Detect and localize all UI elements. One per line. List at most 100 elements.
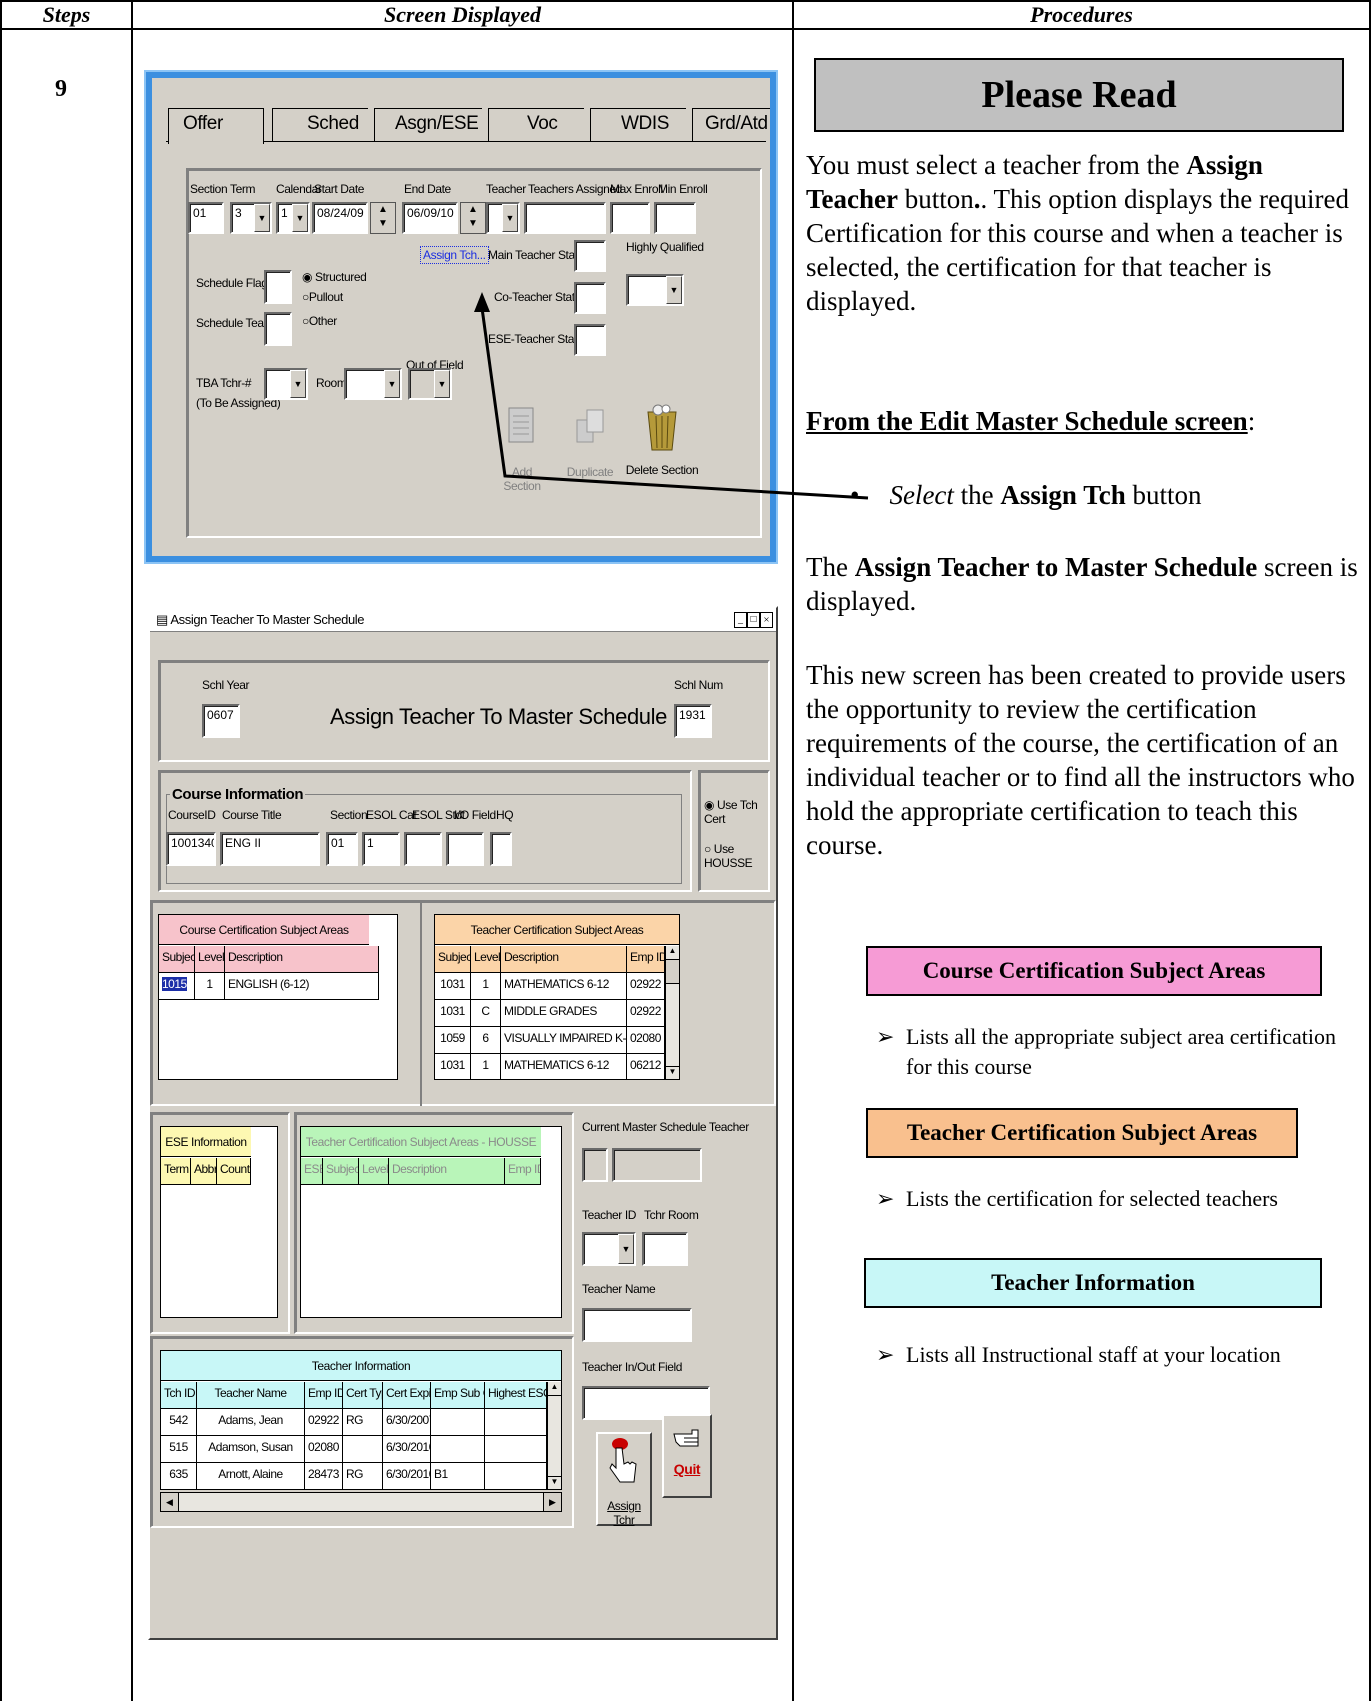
text: Assign Tch	[1000, 480, 1126, 510]
cell: MATHEMATICS 6-12	[501, 1054, 627, 1079]
teacher-id-label: Teacher ID	[582, 1208, 637, 1222]
assign-tchr-button[interactable]: Assign Tchr	[596, 1432, 652, 1527]
tchr-room-field[interactable]	[642, 1232, 688, 1266]
table-row[interactable]: 1059 6 VISUALLY IMPAIRED K-12 02080	[435, 1027, 665, 1054]
ese-info-header: Term Abbr. Count	[161, 1158, 251, 1185]
cell: 1031	[435, 973, 471, 1000]
selected-cell: 1015	[162, 977, 187, 991]
scroll-down-icon[interactable]: ▼	[548, 1476, 561, 1489]
radio-use-housse[interactable]: ○ Use HOUSSE	[704, 842, 776, 870]
cell: 515	[161, 1436, 197, 1463]
text: button	[897, 184, 974, 214]
teacher-cert-title: Teacher Certification Subject Areas	[435, 915, 679, 945]
description-paragraph: This new screen has been created to prov…	[806, 660, 1355, 860]
horizontal-scrollbar[interactable]: ◀ ▶	[160, 1492, 562, 1512]
section-field: 01	[326, 832, 358, 866]
teacher-id-select[interactable]: ▼	[582, 1232, 636, 1266]
ese-info-grid: ESE Information Term Abbr. Count	[160, 1126, 278, 1318]
current-teacher-label: Current Master Schedule Teacher	[582, 1120, 749, 1134]
col-header: Emp ID	[305, 1382, 343, 1409]
cell: 1031	[435, 1054, 471, 1079]
course-cert-header: Subject Level Description	[159, 946, 379, 973]
radio-icon: ○	[704, 842, 711, 856]
scroll-right-icon[interactable]: ▶	[543, 1493, 561, 1511]
housse-header: ESE Subject Level Description Emp ID	[301, 1158, 541, 1185]
text: button	[1125, 480, 1202, 510]
window-title-bar[interactable]: ▤ Assign Teacher To Master Schedule	[150, 608, 776, 632]
cell: RG	[343, 1463, 383, 1489]
scroll-thumb[interactable]	[666, 960, 679, 984]
esol-cat-label: ESOL Cat	[366, 808, 417, 822]
col-header: Teacher Name	[197, 1382, 305, 1409]
cell: B1	[431, 1463, 485, 1489]
table-row[interactable]: 1031 1 MATHEMATICS 6-12 02922	[435, 973, 665, 1000]
cell: Adamson, Susan	[197, 1436, 305, 1463]
course-cert-callout: Course Certification Subject Areas	[866, 946, 1322, 996]
teacher-info-callout: Teacher Information	[864, 1258, 1322, 1308]
teacher-cert-grid: Teacher Certification Subject Areas Subj…	[434, 914, 680, 1080]
col-header: Description	[389, 1158, 505, 1185]
courseid-field: 10013401	[166, 832, 216, 866]
housse-grid: Teacher Certification Subject Areas - HO…	[300, 1126, 562, 1318]
tchr-room-label: Tchr Room	[644, 1208, 699, 1222]
section-label: Section	[330, 808, 368, 822]
scroll-up-icon[interactable]: ▲	[666, 946, 679, 960]
arrow-bullet-icon: ➢	[876, 1186, 895, 1211]
col-header: Abbr.	[191, 1158, 217, 1185]
table-row[interactable]: 515 Adamson, Susan 02080 6/30/2010	[161, 1436, 547, 1463]
pointing-hand-icon	[673, 1429, 699, 1447]
teacher-cert-desc: ➢ Lists the certification for selected te…	[876, 1184, 1356, 1214]
window-heading: Assign Teacher To Master Schedule	[330, 704, 667, 729]
esol-stdt-field	[404, 832, 442, 866]
cell	[431, 1436, 485, 1463]
window-title: Assign Teacher To Master Schedule	[170, 612, 365, 627]
radio-use-tch-cert[interactable]: ◉ Use Tch Cert	[704, 798, 776, 826]
cell: 6	[471, 1027, 501, 1054]
app-icon: ▤	[156, 612, 168, 627]
hand-pointer-icon	[609, 1438, 637, 1483]
col-header: Subject	[159, 946, 195, 973]
hq-label: HQ	[496, 808, 514, 822]
teacher-name-field[interactable]	[582, 1308, 692, 1342]
course-title-field: ENG II	[220, 832, 320, 866]
cert-radio-frame	[698, 770, 770, 892]
cell: 542	[161, 1409, 197, 1436]
cell	[343, 1436, 383, 1463]
cell: 02922	[627, 973, 665, 1000]
cell-description: ENGLISH (6-12)	[225, 973, 379, 1000]
cell: Arnott, Alaine	[197, 1463, 305, 1489]
close-button[interactable]: ×	[760, 612, 773, 628]
col-header: Cert Type	[343, 1382, 383, 1409]
colon: :	[1247, 406, 1256, 436]
col-header: ESE	[301, 1158, 323, 1185]
cert-divider	[420, 900, 422, 1106]
col-header: Count	[217, 1158, 251, 1185]
vertical-scrollbar[interactable]: ▲ ▼	[665, 946, 679, 1079]
course-cert-title: Course Certification Subject Areas	[159, 915, 369, 945]
arrow-bullet-icon: ➢	[876, 1342, 895, 1367]
table-row[interactable]: 542 Adams, Jean 02922 RG 6/30/2007	[161, 1409, 547, 1436]
cell: MATHEMATICS 6-12	[501, 973, 627, 1000]
dropdown-arrow-icon[interactable]: ▼	[618, 1234, 634, 1264]
minimize-button[interactable]: _	[734, 612, 747, 628]
scroll-down-icon[interactable]: ▼	[666, 1066, 679, 1079]
teacher-info-desc: ➢ Lists all Instructional staff at your l…	[876, 1340, 1356, 1370]
table-row[interactable]: 1031 1 MATHEMATICS 6-12 06212	[435, 1054, 665, 1079]
schl-num-label: Schl Num	[674, 678, 723, 692]
table-row[interactable]: 1015 1 ENGLISH (6-12)	[159, 973, 379, 1000]
scroll-left-icon[interactable]: ◀	[161, 1493, 179, 1511]
quit-label: Quit	[673, 1461, 701, 1477]
cell: 06212	[627, 1054, 665, 1079]
vertical-scrollbar[interactable]: ▲ ▼	[547, 1382, 561, 1489]
cell: 02080	[305, 1436, 343, 1463]
cell: 28473	[305, 1463, 343, 1489]
cell: 6/30/2010	[383, 1463, 431, 1489]
table-row[interactable]: 635 Arnott, Alaine 28473 RG 6/30/2010 B1	[161, 1463, 547, 1489]
maximize-button[interactable]: □	[747, 612, 760, 628]
col-header: Term	[161, 1158, 191, 1185]
bullet-select: • Select the Assign Tch button	[850, 480, 1202, 511]
scroll-up-icon[interactable]: ▲	[548, 1382, 561, 1396]
table-row[interactable]: 1031 C MIDDLE GRADES 02922	[435, 1000, 665, 1027]
col-header: Level	[195, 946, 225, 973]
quit-button[interactable]: Quit	[662, 1414, 712, 1498]
